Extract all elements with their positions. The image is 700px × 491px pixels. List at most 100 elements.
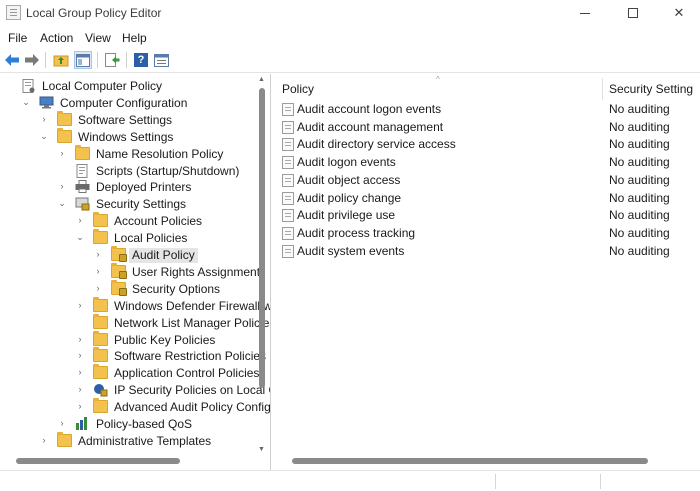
folder-icon [57, 431, 72, 447]
tree-scroll-thumb[interactable] [259, 88, 265, 388]
tree-item[interactable]: Network List Manager Policies [0, 313, 270, 332]
tree-item[interactable]: › Software Settings [0, 110, 268, 129]
policy-setting: No auditing [609, 102, 670, 116]
expanded-chevron-icon[interactable]: ⌄ [57, 198, 67, 209]
scroll-down-icon[interactable]: ▼ [256, 446, 267, 453]
tree-item-label: Scripts (Startup/Shutdown) [96, 163, 240, 178]
tree-item[interactable]: › Name Resolution Policy [0, 144, 268, 163]
menu-action[interactable]: Action [40, 31, 73, 45]
tree-item-label: Software Settings [78, 112, 173, 127]
scroll-up-icon[interactable]: ▲ [256, 76, 267, 83]
collapsed-chevron-icon[interactable]: › [57, 148, 67, 158]
tree-item[interactable]: Local Computer Policy [0, 78, 268, 95]
collapsed-chevron-icon[interactable]: › [39, 114, 49, 124]
sort-indicator-icon: ^ [436, 75, 440, 84]
window-title: Local Group Policy Editor [26, 6, 162, 20]
tree-item-label: IP Security Policies on Local Comp [114, 383, 270, 398]
tree-item-label: Local Computer Policy [42, 79, 163, 93]
tree-item[interactable]: › Windows Defender Firewall with A [0, 296, 270, 315]
toolbar-separator [97, 52, 98, 68]
tree-item[interactable]: › Deployed Printers [0, 179, 268, 196]
menu-view[interactable]: View [85, 31, 111, 45]
tree-item[interactable]: › Software Restriction Policies [0, 347, 268, 365]
menu-help[interactable]: Help [122, 31, 147, 45]
tree-item[interactable]: › Administrative Templates [0, 431, 268, 450]
close-button[interactable]: ✕ [656, 0, 700, 26]
collapsed-chevron-icon[interactable]: › [75, 350, 85, 360]
tree-item-label: Windows Settings [78, 129, 174, 144]
show-hide-console-tree-button[interactable] [74, 51, 92, 69]
tree-item[interactable]: › Advanced Audit Policy Configura [0, 398, 271, 416]
properties-button[interactable] [152, 51, 170, 69]
expanded-chevron-icon[interactable]: ⌄ [21, 97, 31, 108]
collapsed-chevron-icon[interactable]: › [57, 418, 67, 428]
computer-icon [39, 96, 54, 109]
collapsed-chevron-icon[interactable]: › [93, 249, 103, 259]
back-button[interactable] [3, 51, 21, 69]
tree-hscroll-thumb[interactable] [16, 458, 180, 464]
tree-item-label: Account Policies [114, 214, 203, 229]
tree-item[interactable]: ⌄ Windows Settings [0, 127, 268, 146]
policy-setting: No auditing [609, 155, 670, 170]
tree-item[interactable]: ⌄ Computer Configuration [0, 95, 268, 112]
tree-item[interactable]: › Policy-based QoS [0, 416, 268, 433]
policy-setting: No auditing [609, 208, 670, 223]
tree-item-label: Advanced Audit Policy Configura [114, 400, 271, 415]
tree-item[interactable]: › Application Control Policies [0, 364, 268, 382]
policy-row[interactable]: Audit privilege use No auditing [279, 207, 697, 224]
folder-icon [93, 313, 108, 329]
tree-item[interactable]: › IP Security Policies on Local Comp [0, 382, 271, 399]
expanded-chevron-icon[interactable]: ⌄ [75, 232, 85, 243]
column-header-policy[interactable]: Policy [282, 82, 314, 96]
policy-row[interactable]: Audit policy change No auditing [279, 190, 697, 207]
details-horizontal-scrollbar[interactable] [275, 454, 700, 468]
tree-item[interactable]: › Account Policies [0, 212, 268, 230]
policy-row[interactable]: Audit process tracking No auditing [279, 225, 697, 242]
collapsed-chevron-icon[interactable]: › [75, 300, 85, 310]
details-hscroll-thumb[interactable] [292, 458, 648, 464]
collapsed-chevron-icon[interactable]: › [93, 283, 103, 293]
policy-name: Audit directory service access [297, 137, 456, 152]
security-settings-icon [75, 197, 90, 211]
column-header-security-setting[interactable]: Security Setting [609, 82, 693, 96]
policy-row[interactable]: Audit logon events No auditing [279, 154, 697, 171]
tree-item[interactable]: › Security Options [0, 279, 268, 298]
folder-icon [93, 347, 108, 363]
export-list-button[interactable] [103, 51, 121, 69]
collapsed-chevron-icon[interactable]: › [75, 215, 85, 225]
forward-button[interactable] [23, 51, 41, 69]
tree-item[interactable]: ⌄ Security Settings [0, 196, 268, 213]
collapsed-chevron-icon[interactable]: › [93, 266, 103, 276]
toolbar: ? [0, 49, 700, 73]
tree-item[interactable]: › User Rights Assignment [0, 262, 268, 281]
collapsed-chevron-icon[interactable]: › [75, 334, 85, 344]
properties-icon [153, 53, 169, 67]
minimize-icon [580, 12, 590, 14]
policy-row[interactable]: Audit system events No auditing [279, 243, 697, 260]
column-divider[interactable] [602, 78, 603, 100]
menu-file[interactable]: File [8, 31, 27, 45]
policy-row[interactable]: Audit object access No auditing [279, 172, 697, 189]
help-button[interactable]: ? [132, 51, 150, 69]
tree-item[interactable]: ⌄ Local Policies [0, 229, 268, 247]
tree-horizontal-scrollbar[interactable] [0, 454, 268, 468]
tree-item[interactable]: Scripts (Startup/Shutdown) [0, 163, 268, 180]
collapsed-chevron-icon[interactable]: › [75, 401, 85, 411]
collapsed-chevron-icon[interactable]: › [75, 367, 85, 377]
collapsed-chevron-icon[interactable]: › [75, 384, 85, 394]
minimize-button[interactable] [562, 0, 608, 26]
policy-row[interactable]: Audit directory service access No auditin… [279, 136, 697, 153]
policy-row[interactable]: Audit account logon events No auditing [279, 101, 697, 118]
tree-item[interactable]: › Audit Policy [0, 246, 268, 264]
collapsed-chevron-icon[interactable]: › [39, 435, 49, 445]
tree-vertical-scrollbar[interactable]: ▲ ▼ [256, 74, 267, 459]
collapsed-chevron-icon[interactable]: › [57, 181, 67, 191]
tree-item-label: Public Key Policies [114, 332, 216, 347]
policy-row[interactable]: Audit account management No auditing [279, 119, 697, 136]
up-one-level-button[interactable] [52, 51, 70, 69]
tree-item[interactable]: › Public Key Policies [0, 330, 268, 349]
maximize-button[interactable] [610, 0, 656, 26]
policy-item-icon [282, 209, 294, 223]
folder-icon [75, 144, 90, 160]
expanded-chevron-icon[interactable]: ⌄ [39, 131, 49, 142]
